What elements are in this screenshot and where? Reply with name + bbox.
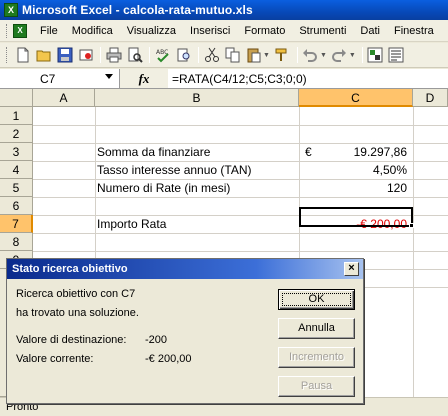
step-button[interactable]: Incremento (278, 347, 355, 368)
row-header-4[interactable]: 4 (0, 161, 33, 179)
column-header-a[interactable]: A (33, 89, 95, 107)
window-title: Microsoft Excel - calcola-rata-mutuo.xls (22, 3, 253, 17)
row-header-3[interactable]: 3 (0, 143, 33, 161)
current-value: -€ 200,00 (145, 353, 192, 365)
toolbar-separator (149, 47, 150, 63)
name-box[interactable]: C7 (0, 69, 120, 88)
undo-icon[interactable] (301, 46, 320, 65)
spelling-icon[interactable]: ABC (153, 46, 172, 65)
cell-b4[interactable]: Tasso interesse annuo (TAN) (97, 161, 252, 179)
open-folder-icon[interactable] (34, 46, 53, 65)
cell-c3[interactable]: 19.297,86 (299, 143, 407, 161)
cancel-button[interactable]: Annulla (278, 318, 355, 339)
column-header-c[interactable]: C (299, 89, 413, 107)
column-header-d[interactable]: D (413, 89, 448, 107)
dialog-title-bar[interactable]: Stato ricerca obiettivo × (7, 259, 363, 279)
cell-b7[interactable]: Importo Rata (97, 215, 166, 233)
ok-button[interactable]: OK (278, 289, 355, 310)
menu-bar: X File Modifica Visualizza Inserisci For… (0, 20, 448, 42)
cell-c5[interactable]: 120 (299, 179, 407, 197)
cell-c4[interactable]: 4,50% (299, 161, 407, 179)
menu-dati[interactable]: Dati (353, 25, 387, 37)
function-wizard-icon[interactable] (366, 46, 385, 65)
focus-ring (282, 293, 351, 306)
grid-line (33, 125, 448, 126)
row-header-5[interactable]: 5 (0, 179, 33, 197)
menu-finestra[interactable]: Finestra (387, 25, 441, 37)
paste-dropdown-icon[interactable]: ▼ (263, 52, 270, 59)
window-title-bar[interactable]: X Microsoft Excel - calcola-rata-mutuo.x… (0, 0, 448, 20)
dialog-close-icon[interactable]: × (344, 262, 359, 276)
redo-dropdown-icon[interactable]: ▼ (349, 52, 356, 59)
cut-icon[interactable] (202, 46, 221, 65)
column-header-b[interactable]: B (95, 89, 299, 107)
new-document-icon[interactable] (13, 46, 32, 65)
target-value: -200 (145, 334, 168, 346)
row-header-6[interactable]: 6 (0, 197, 33, 215)
toolbar-separator (361, 47, 363, 63)
print-icon[interactable] (104, 46, 123, 65)
grid-line (33, 251, 448, 252)
help-icon[interactable] (387, 46, 406, 65)
toolbar-separator (198, 47, 199, 63)
name-box-dropdown-icon[interactable] (105, 74, 113, 79)
menu-strumenti[interactable]: Strumenti (292, 25, 353, 37)
grid-line (33, 197, 448, 198)
grid-line (33, 233, 448, 234)
print-preview-icon[interactable] (125, 46, 144, 65)
target-value-label: Valore di destinazione: (16, 334, 127, 346)
row-header-1[interactable]: 1 (0, 107, 33, 125)
dialog-title: Stato ricerca obiettivo (12, 263, 128, 275)
permission-icon[interactable] (76, 46, 95, 65)
row-header-8[interactable]: 8 (0, 233, 33, 251)
cell-b3[interactable]: Somma da finanziare (97, 143, 210, 161)
row-header-2[interactable]: 2 (0, 125, 33, 143)
excel-app-icon[interactable]: X (4, 3, 18, 17)
save-icon[interactable] (55, 46, 74, 65)
menu-formato[interactable]: Formato (237, 25, 292, 37)
cell-b5[interactable]: Numero di Rate (in mesi) (97, 179, 230, 197)
grid-line (413, 107, 414, 397)
paste-icon[interactable] (244, 46, 263, 65)
current-value-label: Valore corrente: (16, 353, 94, 365)
goal-seek-status-dialog: Stato ricerca obiettivo × Ricerca obiett… (6, 258, 364, 404)
pause-button[interactable]: Pausa (278, 376, 355, 397)
toolbar-separator (296, 47, 298, 63)
standard-toolbar: ABC ▼ ▼ ▼ (0, 43, 448, 68)
format-painter-icon[interactable] (273, 46, 292, 65)
menu-inserisci[interactable]: Inserisci (183, 25, 237, 37)
toolbar-grip[interactable] (6, 47, 9, 63)
document-menu-icon[interactable]: X (13, 23, 27, 38)
insert-function-icon[interactable]: fx (120, 69, 168, 88)
select-all-corner[interactable] (0, 89, 33, 107)
dialog-message-line2: ha trovato una soluzione. (16, 307, 139, 319)
menu-file[interactable]: File (33, 25, 65, 37)
fill-handle[interactable] (409, 223, 414, 228)
active-cell-border (299, 207, 413, 227)
formula-input[interactable]: =RATA(C4/12;C5;C3;0;0) (168, 72, 307, 86)
undo-dropdown-icon[interactable]: ▼ (320, 52, 327, 59)
name-box-value: C7 (40, 71, 56, 86)
menu-visualizza[interactable]: Visualizza (120, 25, 183, 37)
dialog-message-line1: Ricerca obiettivo con C7 (16, 288, 136, 300)
menu-grip[interactable] (6, 23, 9, 38)
toolbar-separator (100, 47, 101, 63)
research-icon[interactable] (174, 46, 193, 65)
copy-icon[interactable] (223, 46, 242, 65)
row-header-7[interactable]: 7 (0, 215, 33, 233)
formula-bar: C7 fx =RATA(C4/12;C5;C3;0;0) (0, 69, 448, 89)
redo-icon[interactable] (330, 46, 349, 65)
menu-modifica[interactable]: Modifica (65, 25, 120, 37)
